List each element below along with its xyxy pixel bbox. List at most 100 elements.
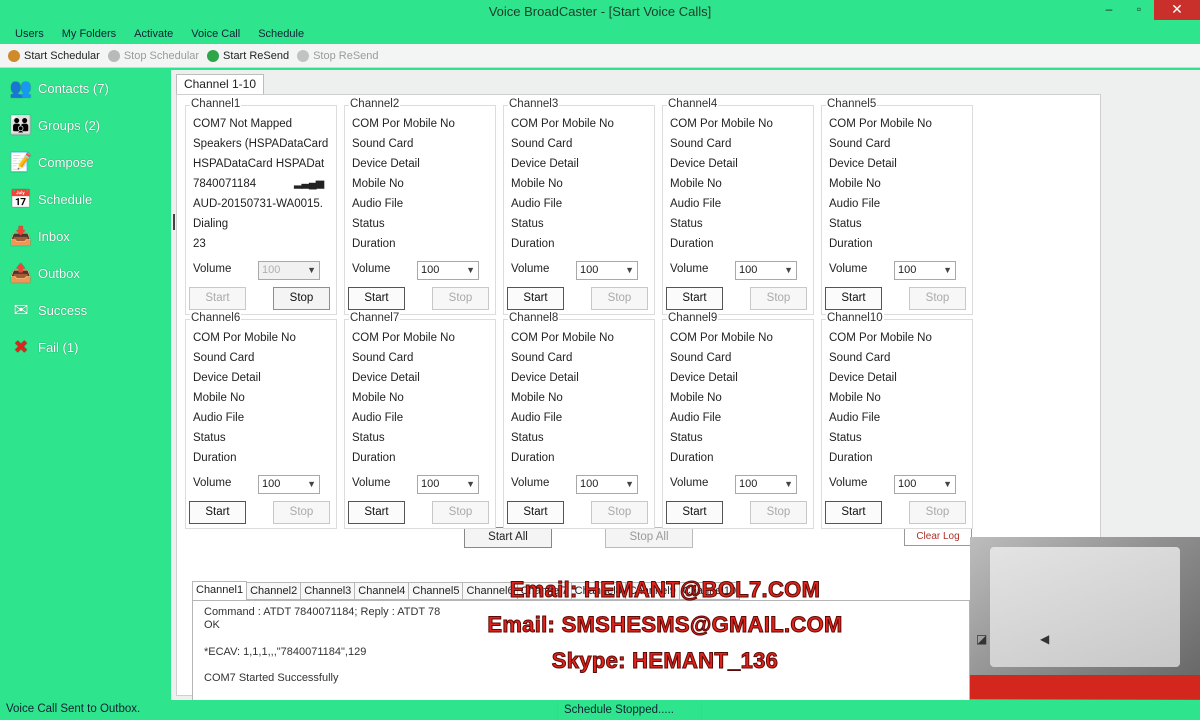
channel-status: Status [193,432,226,444]
channel-status: Status [352,218,385,230]
channel-title: Channel9 [667,312,719,324]
channel-device-detail: Device Detail [511,372,579,384]
menu-activate[interactable]: Activate [125,24,182,44]
close-button[interactable]: ✕ [1154,0,1200,20]
channel-device-detail: Device Detail [829,372,897,384]
volume-label: Volume [511,477,550,489]
channel-duration: Duration [829,452,873,464]
start-schedular-button[interactable]: Start Schedular [8,49,100,62]
log-tab-channel1[interactable]: Channel1 [192,581,248,600]
volume-select[interactable]: 100 ▼ [735,261,797,280]
stop-button[interactable]: Stop [273,501,330,524]
sidebar-item-groups[interactable]: 👪 Groups (2) [0,107,170,144]
schedule-icon: 📅 [9,189,33,209]
sidebar-item-schedule[interactable]: 📅 Schedule [0,181,170,218]
channel-title: Channel6 [190,312,242,324]
channel-1-group: Channel1 COM7 Not Mapped Speakers (HSPAD… [185,98,337,315]
start-button[interactable]: Start [507,287,564,310]
channel-mobile-no: Mobile No [829,178,881,190]
volume-select[interactable]: 100 ▼ [417,261,479,280]
menu-my-folders[interactable]: My Folders [53,24,125,44]
start-button[interactable]: Start [189,501,246,524]
stop-button[interactable]: Stop [591,287,648,310]
sidebar-item-inbox[interactable]: 📥 Inbox [0,218,170,255]
sidebar-item-contacts[interactable]: 👥 Contacts (7) [0,70,170,107]
stop-button[interactable]: Stop [273,287,330,310]
volume-value: 100 [580,264,599,276]
volume-icon: ◀ [1040,632,1050,646]
log-tab-channel3[interactable]: Channel3 [301,582,356,600]
start-button[interactable]: Start [348,287,405,310]
menu-voice-call[interactable]: Voice Call [182,24,249,44]
channel-sound-card: Sound Card [352,352,414,364]
stop-button[interactable]: Stop [591,501,648,524]
volume-select[interactable]: 100 ▼ [576,261,638,280]
stop-resend-button[interactable]: Stop ReSend [297,49,379,62]
start-button[interactable]: Start [189,287,246,310]
volume-select[interactable]: 100 ▼ [258,261,320,280]
stop-button[interactable]: Stop [750,287,807,310]
start-button[interactable]: Start [825,287,882,310]
sidebar-item-outbox[interactable]: 📤 Outbox [0,255,170,292]
stop-button[interactable]: Stop [909,287,966,310]
clear-log-button[interactable]: Clear Log [904,527,972,546]
start-button[interactable]: Start [666,287,723,310]
channel-sound-card: Sound Card [352,138,414,150]
maximize-button[interactable]: ▫ [1124,0,1154,20]
channel-10-group: Channel10 COM Por Mobile No Sound Card Devi… [821,312,973,529]
channel-duration: Duration [670,452,714,464]
toolbar-label: Stop ReSend [313,49,379,62]
channel-status: Status [511,432,544,444]
channel-mobile-no: 7840071184 [193,178,257,190]
mouse-cursor [173,214,181,230]
phone-screen [990,547,1180,667]
sidebar-item-success[interactable]: ✉ Success [0,292,170,329]
stop-all-button[interactable]: Stop All [605,527,693,548]
stop-button[interactable]: Stop [432,287,489,310]
channel-device-detail: Device Detail [193,372,261,384]
log-tab-channel2[interactable]: Channel2 [247,582,302,600]
volume-select[interactable]: 100 ▼ [417,475,479,494]
toolbar: Start Schedular Stop Schedular Start ReSen… [0,44,1200,68]
channel-audio-file: Audio File [829,412,881,424]
channel-duration: Duration [511,452,555,464]
volume-select[interactable]: 100 ▼ [258,475,320,494]
start-button[interactable]: Start [825,501,882,524]
log-line: *ECAV: 1,1,1,,,"7840071184",129 [204,646,367,658]
start-resend-button[interactable]: Start ReSend [207,49,289,62]
channel-title: Channel8 [508,312,560,324]
volume-value: 100 [898,264,917,276]
chevron-down-icon: ▼ [943,265,952,275]
stop-button[interactable]: Stop [750,501,807,524]
volume-select[interactable]: 100 ▼ [894,475,956,494]
chevron-down-icon: ▼ [466,479,475,489]
channel-sound-card: Sound Card [829,352,891,364]
start-button[interactable]: Start [507,501,564,524]
minimize-button[interactable]: – [1094,0,1124,20]
stop-button[interactable]: Stop [909,501,966,524]
chevron-down-icon: ▼ [625,265,634,275]
channel-mobile-no: Mobile No [670,392,722,404]
stop-button[interactable]: Stop [432,501,489,524]
channel-mobile-no: Mobile No [511,392,563,404]
start-button[interactable]: Start [666,501,723,524]
volume-select[interactable]: 100 ▼ [894,261,956,280]
channel-tab-panel: Channel1 COM7 Not Mapped Speakers (HSPAD… [176,94,1101,708]
overlay-skype: Skype: HEMANT_136 [551,648,779,674]
sidebar-item-compose[interactable]: 📝 Compose [0,144,170,181]
channel-audio-file: Audio File [352,198,404,210]
stop-resend-icon [297,49,310,62]
volume-select[interactable]: 100 ▼ [576,475,638,494]
menu-users[interactable]: Users [6,24,53,44]
channel-status: Status [829,218,862,230]
volume-select[interactable]: 100 ▼ [735,475,797,494]
tab-channel-1-10[interactable]: Channel 1-10 [176,74,264,94]
start-all-button[interactable]: Start All [464,527,552,548]
volume-label: Volume [193,263,232,275]
channel-device-detail: Device Detail [670,158,738,170]
stop-schedular-button[interactable]: Stop Schedular [107,49,199,62]
start-button[interactable]: Start [348,501,405,524]
menu-schedule[interactable]: Schedule [249,24,313,44]
signal-icon: ▂▃▄▅ [294,177,324,189]
sidebar-item-fail[interactable]: ✖ Fail (1) [0,329,170,366]
